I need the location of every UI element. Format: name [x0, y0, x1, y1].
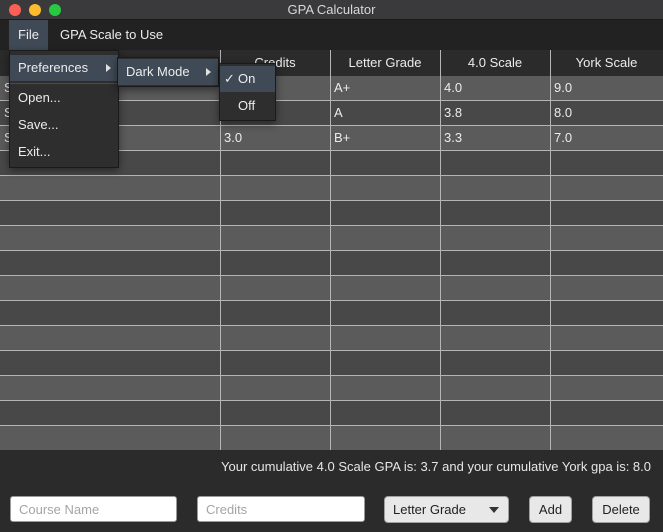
column-header-4-0-scale[interactable]: 4.0 Scale	[440, 50, 550, 76]
chevron-down-icon	[489, 507, 499, 513]
menu-file[interactable]: File	[9, 20, 48, 50]
window-title: GPA Calculator	[287, 2, 376, 17]
credits-input[interactable]	[197, 496, 365, 522]
table-row[interactable]	[0, 376, 663, 401]
table-row[interactable]	[0, 326, 663, 351]
table-row[interactable]	[0, 301, 663, 326]
column-header-york-scale[interactable]: York Scale	[550, 50, 663, 76]
menu-item-dark-mode-off[interactable]: Off	[220, 93, 275, 119]
menu-item-dark-mode-on-label: On	[238, 71, 256, 86]
cell-letter-grade[interactable]: A+	[330, 76, 350, 100]
table-row[interactable]	[0, 251, 663, 276]
menu-gpa-scale[interactable]: GPA Scale to Use	[51, 20, 172, 50]
preferences-submenu: Dark Mode	[117, 57, 219, 87]
menu-item-dark-mode-off-label: Off	[238, 98, 256, 113]
cell-letter-grade[interactable]: A	[330, 101, 343, 125]
cell-york-scale[interactable]: 7.0	[550, 126, 572, 150]
letter-grade-select-label: Letter Grade	[393, 502, 466, 517]
checkmark-icon: ✓	[224, 71, 235, 86]
column-header-letter-grade[interactable]: Letter Grade	[330, 50, 440, 76]
add-button[interactable]: Add	[529, 496, 572, 523]
table-row[interactable]	[0, 401, 663, 426]
cell-credits[interactable]: 3.0	[220, 126, 242, 150]
table-row[interactable]	[0, 426, 663, 450]
cell-scale-4[interactable]: 3.3	[440, 126, 462, 150]
menu-bar: File GPA Scale to Use	[0, 20, 663, 50]
menu-item-exit[interactable]: Exit...	[10, 139, 118, 165]
column-divider	[440, 50, 441, 450]
course-name-input[interactable]	[10, 496, 177, 522]
submenu-arrow-icon	[206, 68, 211, 76]
menu-item-dark-mode-on[interactable]: ✓ On	[220, 66, 275, 92]
table-row[interactable]	[0, 226, 663, 251]
dark-mode-submenu: ✓ On Off	[219, 63, 276, 121]
menu-item-dark-mode[interactable]: Dark Mode	[118, 59, 218, 85]
menu-item-dark-mode-label: Dark Mode	[126, 64, 190, 79]
menu-item-save[interactable]: Save...	[10, 112, 118, 138]
menu-separator	[10, 83, 118, 84]
submenu-arrow-icon	[106, 64, 111, 72]
cell-scale-4[interactable]: 4.0	[440, 76, 462, 100]
title-bar: GPA Calculator	[0, 0, 663, 20]
column-divider	[330, 50, 331, 450]
cell-york-scale[interactable]: 9.0	[550, 76, 572, 100]
table-row[interactable]	[0, 176, 663, 201]
table-row[interactable]	[0, 276, 663, 301]
table-row[interactable]	[0, 201, 663, 226]
column-divider	[550, 50, 551, 450]
table-row[interactable]	[0, 351, 663, 376]
delete-button[interactable]: Delete	[592, 496, 650, 523]
gpa-summary: Your cumulative 4.0 Scale GPA is: 3.7 an…	[221, 459, 651, 474]
menu-item-preferences[interactable]: Preferences	[10, 55, 118, 81]
file-menu: Preferences Open... Save... Exit...	[9, 50, 119, 168]
cell-york-scale[interactable]: 8.0	[550, 101, 572, 125]
cell-letter-grade[interactable]: B+	[330, 126, 350, 150]
menu-item-preferences-label: Preferences	[18, 60, 89, 75]
cell-scale-4[interactable]: 3.8	[440, 101, 462, 125]
letter-grade-select[interactable]: Letter Grade	[384, 496, 509, 523]
menu-item-open[interactable]: Open...	[10, 85, 118, 111]
